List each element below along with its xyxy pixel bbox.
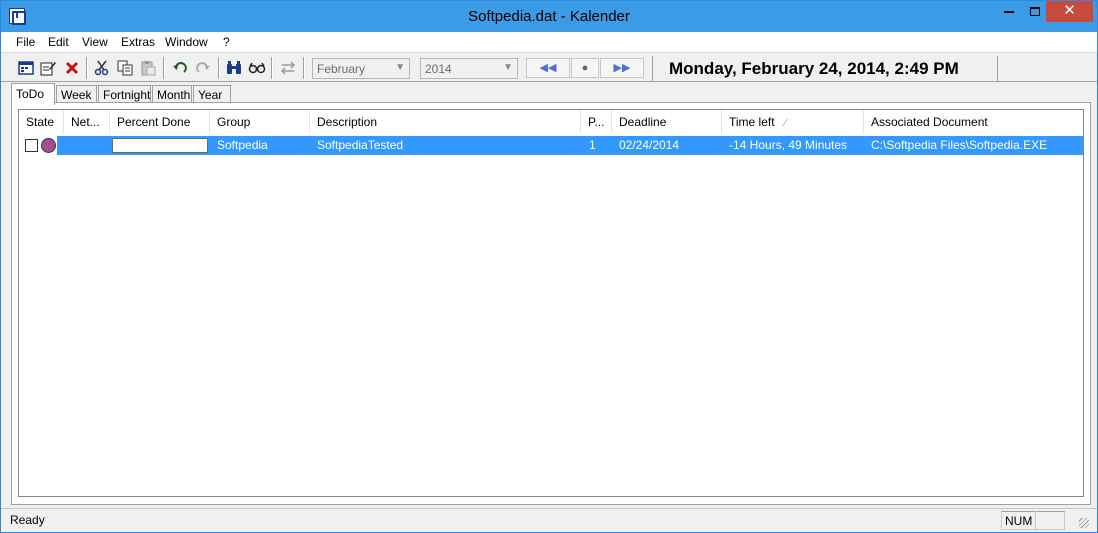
status-text: Ready [10, 513, 45, 527]
todo-list[interactable]: State Net... Percent Done Group Descript… [18, 109, 1084, 497]
column-header-description[interactable]: Description [310, 110, 581, 134]
tab-month[interactable]: Month [152, 85, 192, 103]
today-button[interactable]: ● [571, 58, 599, 78]
toolbar: February ▼ 2014 ▼ ◀◀ ● ▶▶ Monday, Februa… [1, 52, 1097, 82]
minimize-icon [1004, 11, 1014, 14]
menu-file[interactable]: File [16, 35, 35, 49]
column-header-state[interactable]: State [19, 110, 64, 134]
chevron-down-icon: ▼ [395, 62, 405, 73]
undo-icon[interactable] [170, 58, 190, 78]
tab-fortnight[interactable]: Fortnight [98, 85, 151, 103]
window-title: Softpedia.dat - Kalender [468, 8, 630, 25]
find-next-icon[interactable] [247, 58, 267, 78]
menu-bar: File Edit View Extras Window ? [1, 32, 1097, 52]
status-pane [1035, 511, 1065, 530]
next-button[interactable]: ▶▶ [600, 58, 644, 78]
column-header-time-left-label: Time left [729, 115, 775, 129]
cut-icon[interactable] [92, 58, 112, 78]
column-header-deadline[interactable]: Deadline [612, 110, 722, 134]
delete-icon[interactable] [62, 58, 82, 78]
previous-button[interactable]: ◀◀ [526, 58, 570, 78]
title-bar[interactable]: Softpedia.dat - Kalender ✕ [1, 1, 1097, 32]
toolbar-separator [163, 57, 165, 79]
column-header-associated-document[interactable]: Associated Document [864, 110, 1083, 134]
status-bar: Ready NUM [1, 508, 1097, 532]
redo-icon[interactable] [193, 58, 213, 78]
column-header-percent-done[interactable]: Percent Done [110, 110, 210, 134]
tab-year[interactable]: Year [193, 85, 231, 103]
copy-icon[interactable] [115, 58, 135, 78]
close-button[interactable]: ✕ [1046, 1, 1093, 22]
menu-extras[interactable]: Extras [121, 35, 155, 49]
todo-panel: State Net... Percent Done Group Descript… [11, 102, 1091, 505]
percent-done-bar [112, 138, 208, 153]
app-window: Softpedia.dat - Kalender ✕ File Edit Vie… [0, 0, 1098, 533]
paste-icon[interactable] [138, 58, 158, 78]
cell-associated-document[interactable]: C:\Softpedia Files\Softpedia.EXE [871, 138, 1047, 152]
menu-view[interactable]: View [82, 35, 108, 49]
column-header-priority[interactable]: P... [581, 110, 612, 134]
tab-week[interactable]: Week [56, 85, 97, 103]
new-entry-icon[interactable] [16, 58, 36, 78]
maximize-icon [1030, 6, 1040, 16]
tab-todo[interactable]: ToDo [11, 83, 55, 105]
toolbar-separator [86, 57, 88, 79]
year-select[interactable]: 2014 ▼ [420, 58, 518, 79]
find-icon[interactable] [224, 58, 244, 78]
cell-group: Softpedia [217, 138, 268, 152]
row-checkbox[interactable] [25, 139, 38, 152]
cell-priority: 1 [589, 138, 596, 152]
current-datetime: Monday, February 24, 2014, 2:49 PM [652, 56, 998, 81]
toolbar-separator [303, 57, 305, 79]
menu-edit[interactable]: Edit [48, 35, 69, 49]
cell-deadline: 02/24/2014 [619, 138, 680, 152]
minimize-button[interactable] [995, 1, 1023, 22]
resize-grip-icon[interactable] [1079, 518, 1089, 528]
swap-icon[interactable] [278, 58, 298, 78]
column-header-time-left[interactable]: Time left ⁄ [722, 110, 864, 134]
cell-time-left: -14 Hours, 49 Minutes [729, 138, 848, 152]
list-header: State Net... Percent Done Group Descript… [19, 110, 1083, 134]
state-indicator-icon [41, 138, 56, 153]
column-header-net[interactable]: Net... [64, 110, 110, 134]
menu-help[interactable]: ? [223, 35, 230, 49]
menu-window[interactable]: Window [165, 35, 208, 49]
table-row[interactable]: Softpedia SoftpediaTested 1 02/24/2014 -… [19, 136, 1083, 155]
column-header-group[interactable]: Group [210, 110, 310, 134]
toolbar-separator [218, 57, 220, 79]
year-value: 2014 [425, 62, 452, 76]
toolbar-separator [271, 57, 273, 79]
cell-description: SoftpediaTested [317, 138, 404, 152]
chevron-down-icon: ▼ [503, 62, 513, 73]
maximize-button[interactable] [1021, 1, 1049, 22]
edit-icon[interactable] [38, 58, 58, 78]
month-value: February [317, 62, 366, 76]
sort-icon: ⁄ [784, 118, 787, 129]
month-select[interactable]: February ▼ [312, 58, 410, 79]
